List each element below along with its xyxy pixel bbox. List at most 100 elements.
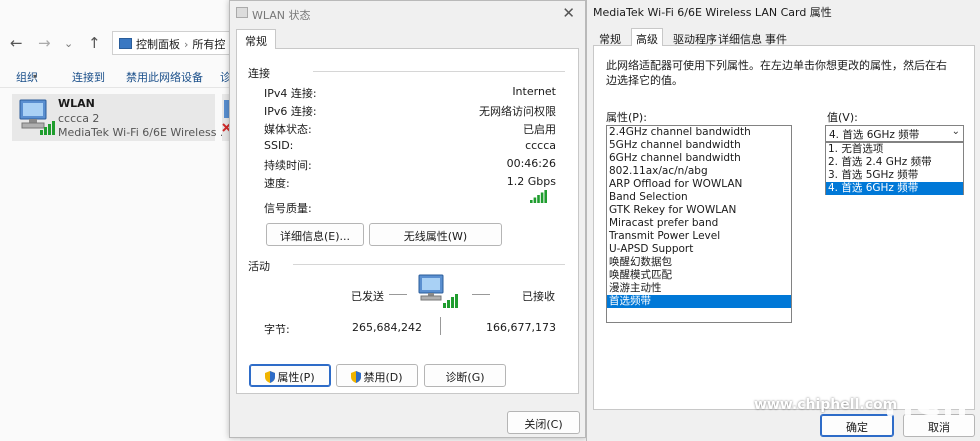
uac-shield-icon xyxy=(351,371,362,383)
tab-general[interactable]: 常规 xyxy=(595,29,625,46)
dialog-title: MediaTek Wi-Fi 6/6E Wireless LAN Card 属性 xyxy=(593,6,832,19)
watermark-url: www.chiphell.com xyxy=(754,397,898,413)
ipv4-label: IPv4 连接: xyxy=(264,87,317,100)
wireless-properties-button[interactable]: 无线属性(W) xyxy=(369,223,502,246)
duration-value: 00:46:26 xyxy=(506,157,556,170)
value-option[interactable]: 1. 无首选项 xyxy=(826,143,963,156)
duration-label: 持续时间: xyxy=(264,159,312,172)
speed-label: 速度: xyxy=(264,177,290,190)
activity-group-title: 活动 xyxy=(248,260,270,273)
property-list-item[interactable]: ARP Offload for WOWLAN xyxy=(607,178,791,191)
ipv6-label: IPv6 连接: xyxy=(264,105,317,118)
wlan-status-dialog: WLAN 状态 ✕ 常规 连接 IPv4 连接: Internet IPv6 连… xyxy=(229,0,586,438)
media-state-value: 已启用 xyxy=(523,123,556,136)
tab-events[interactable]: 事件 xyxy=(761,29,791,46)
address-bar[interactable]: 控制面板 › 所有控 xyxy=(112,31,240,55)
received-line xyxy=(472,294,490,295)
network-adapter-icon xyxy=(19,99,55,135)
sent-label: 已发送 xyxy=(351,290,384,303)
advanced-description: 此网络适配器可使用下列属性。在左边单击你想更改的属性，然后在右边选择它的值。 xyxy=(606,59,947,87)
uac-shield-icon xyxy=(265,371,276,383)
connection-group-title: 连接 xyxy=(248,67,270,80)
dialog-title: WLAN 状态 xyxy=(252,9,311,22)
bytes-received-value: 166,677,173 xyxy=(486,321,556,334)
close-icon[interactable]: ✕ xyxy=(562,4,575,22)
details-button[interactable]: 详细信息(E)... xyxy=(266,223,364,246)
ipv6-value: 无网络访问权限 xyxy=(479,105,556,118)
tab-general[interactable]: 常规 xyxy=(236,29,276,50)
tab-advanced[interactable]: 高级 xyxy=(631,28,663,46)
property-list-item[interactable]: 5GHz channel bandwidth xyxy=(607,139,791,152)
property-list-item[interactable]: 首选频带 xyxy=(607,295,791,308)
speed-value: 1.2 Gbps xyxy=(506,175,556,188)
diagnose-button[interactable]: 诊断(G) xyxy=(424,364,506,387)
value-dropdown-selected: 4. 首选 6GHz 频带 xyxy=(829,129,920,141)
chevron-down-icon: ⌄ xyxy=(951,126,960,137)
received-label: 已接收 xyxy=(522,290,555,303)
value-option[interactable]: 3. 首选 5GHz 频带 xyxy=(826,169,963,182)
sent-line xyxy=(389,294,407,295)
property-list-item[interactable]: 2.4GHz channel bandwidth xyxy=(607,126,791,139)
disable-button[interactable]: 禁用(D) xyxy=(336,364,418,387)
divider xyxy=(440,317,441,335)
value-option[interactable]: 4. 首选 6GHz 频带 xyxy=(826,182,963,195)
bytes-sent-value: 265,684,242 xyxy=(352,321,422,334)
ssid-value: cccca xyxy=(525,139,556,152)
command-bar: 组织 ▾ 连接到 禁用此网络设备 诊 xyxy=(0,64,240,88)
bytes-label: 字节: xyxy=(264,323,290,336)
disable-device-button[interactable]: 禁用此网络设备 xyxy=(126,69,203,85)
ssid-label: SSID: xyxy=(264,139,294,152)
connect-to-button[interactable]: 连接到 xyxy=(72,69,105,85)
signal-bar xyxy=(540,192,544,203)
value-label: 值(V): xyxy=(827,111,858,124)
signal-quality-label: 信号质量: xyxy=(264,202,312,215)
breadcrumb-all[interactable]: 所有控 xyxy=(192,38,225,51)
properties-button[interactable]: 属性(P) xyxy=(249,364,331,387)
property-list-item[interactable]: 唤醒模式匹配 xyxy=(607,269,791,282)
property-list-item[interactable]: Transmit Power Level xyxy=(607,230,791,243)
property-list-item[interactable]: Miracast prefer band xyxy=(607,217,791,230)
property-list-item[interactable]: Band Selection xyxy=(607,191,791,204)
property-list-item[interactable]: 6GHz channel bandwidth xyxy=(607,152,791,165)
property-list-item[interactable]: 唤醒幻数据包 xyxy=(607,256,791,269)
property-list-item[interactable]: GTK Rekey for WOWLAN xyxy=(607,204,791,217)
breadcrumb-separator: › xyxy=(184,38,189,51)
adapter-description: MediaTek Wi-Fi 6/6E Wireless ... xyxy=(58,126,231,139)
property-list-item[interactable]: 漫游主动性 xyxy=(607,282,791,295)
signal-bar xyxy=(544,190,547,203)
divider xyxy=(293,264,565,265)
signal-bar xyxy=(533,197,537,203)
signal-strength-icon xyxy=(530,190,547,203)
adapter-card-wlan[interactable]: WLAN cccca 2 MediaTek Wi-Fi 6/6E Wireles… xyxy=(12,94,230,141)
property-listbox[interactable]: 2.4GHz channel bandwidth 5GHz channel ban… xyxy=(606,125,792,323)
value-option[interactable]: 2. 首选 2.4 GHz 频带 xyxy=(826,156,963,169)
control-panel-icon xyxy=(119,38,132,49)
chevron-down-icon: ▾ xyxy=(33,72,38,81)
media-state-label: 媒体状态: xyxy=(264,123,312,136)
chevron-down-icon[interactable]: ⌄ xyxy=(64,37,73,50)
tab-strip: 常规 高级 驱动程序 详细信息 事件 xyxy=(593,28,975,46)
property-list-item[interactable]: U-APSD Support xyxy=(607,243,791,256)
adapter-name: WLAN xyxy=(58,97,95,110)
signal-bar xyxy=(530,200,533,203)
explorer-window: ← → ⌄ ↑ 控制面板 › 所有控 组织 ▾ 连接到 禁用此网络设备 诊 WLAN… xyxy=(0,0,240,441)
value-dropdown[interactable]: 4. 首选 6GHz 频带 ⌄ xyxy=(825,125,964,142)
close-button[interactable]: 关闭(C) xyxy=(507,411,580,434)
disable-button-label: 禁用(D) xyxy=(363,371,403,384)
value-options-list[interactable]: 1. 无首选项 2. 首选 2.4 GHz 频带 3. 首选 5GHz 频带 4. 首… xyxy=(825,142,964,195)
ipv4-value: Internet xyxy=(512,85,556,98)
divider xyxy=(313,71,565,72)
back-arrow-icon[interactable]: ← xyxy=(10,34,23,52)
general-tab-panel: 连接 IPv4 连接: Internet IPv6 连接: 无网络访问权限 媒体… xyxy=(236,49,579,394)
signal-bar xyxy=(537,195,540,203)
properties-button-label: 属性(P) xyxy=(277,371,315,384)
tab-details[interactable]: 详细信息 xyxy=(714,29,766,46)
network-icon xyxy=(236,7,248,18)
tab-strip: 常规 xyxy=(236,29,579,50)
breadcrumb-control-panel[interactable]: 控制面板 xyxy=(136,38,180,51)
property-list-label: 属性(P): xyxy=(606,111,647,124)
property-list-item[interactable]: 802.11ax/ac/n/abg xyxy=(607,165,791,178)
activity-computer-icon xyxy=(418,274,458,308)
up-arrow-icon[interactable]: ↑ xyxy=(88,34,101,52)
forward-arrow-icon[interactable]: → xyxy=(38,34,51,52)
